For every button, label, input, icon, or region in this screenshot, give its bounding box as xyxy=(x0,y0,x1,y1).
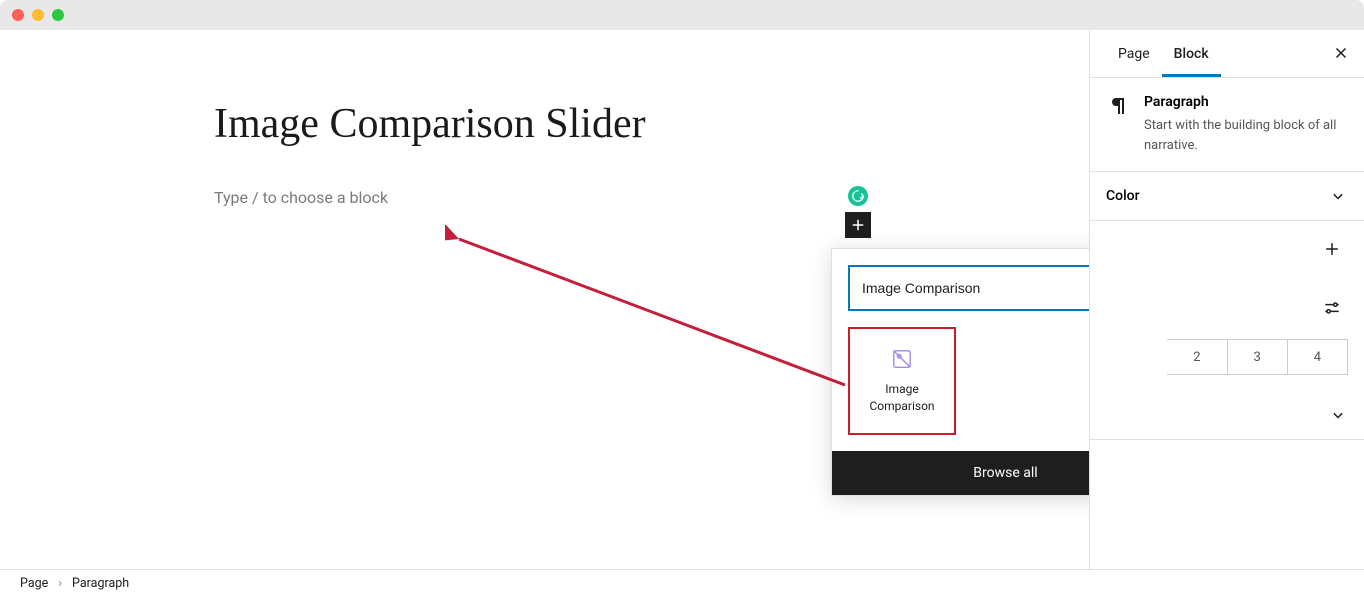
image-comparison-icon xyxy=(890,347,914,371)
block-result-image-comparison[interactable]: Image Comparison xyxy=(848,327,956,435)
block-info-title: Paragraph xyxy=(1144,94,1348,110)
block-search-input[interactable] xyxy=(862,280,1125,296)
advanced-panel-toggle[interactable] xyxy=(1090,391,1364,440)
color-panel-title: Color xyxy=(1106,188,1140,204)
settings-toggle-button[interactable] xyxy=(1316,292,1348,327)
chevron-right-icon: › xyxy=(58,576,62,591)
close-window-button[interactable] xyxy=(12,9,24,21)
breadcrumb-current[interactable]: Paragraph xyxy=(72,576,129,591)
maximize-window-button[interactable] xyxy=(52,9,64,21)
size-options: 2 3 4 xyxy=(1090,339,1364,391)
grammarly-icon[interactable] xyxy=(848,186,868,206)
chevron-down-icon xyxy=(1328,186,1348,206)
block-info-description: Start with the building block of all nar… xyxy=(1144,116,1348,155)
window-titlebar xyxy=(0,0,1364,30)
editor-canvas: Image Comparison Slider Type / to choose… xyxy=(0,30,1089,569)
block-info-panel: Paragraph Start with the building block … xyxy=(1090,78,1364,172)
add-block-button[interactable] xyxy=(845,212,871,238)
tab-block[interactable]: Block xyxy=(1162,32,1221,76)
color-panel-toggle[interactable]: Color xyxy=(1090,172,1364,221)
paragraph-icon xyxy=(1106,94,1130,118)
close-icon xyxy=(1332,44,1350,62)
page-title[interactable]: Image Comparison Slider xyxy=(214,100,646,148)
minimize-window-button[interactable] xyxy=(32,9,44,21)
tab-page[interactable]: Page xyxy=(1106,32,1162,76)
block-placeholder[interactable]: Type / to choose a block xyxy=(214,188,388,207)
chevron-down-icon xyxy=(1328,405,1348,425)
breadcrumb: Page › Paragraph xyxy=(0,569,1364,597)
size-option-4[interactable]: 4 xyxy=(1288,339,1348,375)
settings-sidebar: Page Block Paragraph Start with the buil… xyxy=(1089,30,1364,569)
annotation-arrow xyxy=(445,225,855,405)
breadcrumb-root[interactable]: Page xyxy=(20,576,48,591)
sliders-icon xyxy=(1322,298,1342,318)
add-option-button[interactable] xyxy=(1316,233,1348,268)
sidebar-tabs: Page Block xyxy=(1090,30,1364,78)
block-result-label: Image Comparison xyxy=(869,381,934,415)
size-option-2[interactable]: 2 xyxy=(1167,339,1227,375)
plus-icon xyxy=(1322,239,1342,259)
size-option-3[interactable]: 3 xyxy=(1228,339,1288,375)
close-sidebar-button[interactable] xyxy=(1332,44,1350,65)
